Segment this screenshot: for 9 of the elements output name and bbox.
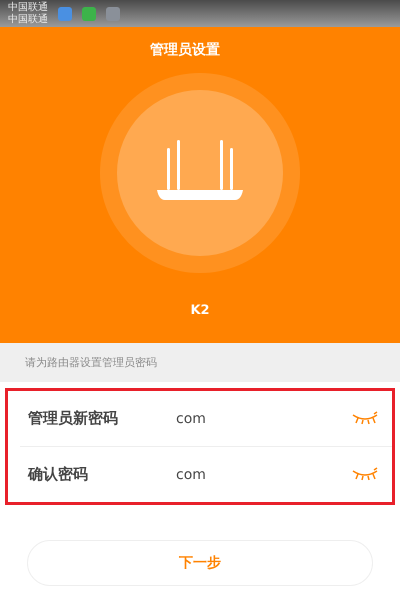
field-label: 确认密码	[28, 465, 89, 484]
page-title: 管理员设置	[150, 41, 220, 59]
carrier-label: 中国联通	[8, 2, 48, 14]
password-field[interactable]: com	[174, 410, 352, 428]
device-name: K2	[190, 303, 210, 318]
password-field[interactable]: com	[174, 466, 352, 484]
field-label: 管理员新密码	[28, 409, 119, 428]
hint-text: 请为路由器设置管理员密码	[0, 343, 400, 382]
carrier-label: 中国联通	[8, 14, 48, 26]
